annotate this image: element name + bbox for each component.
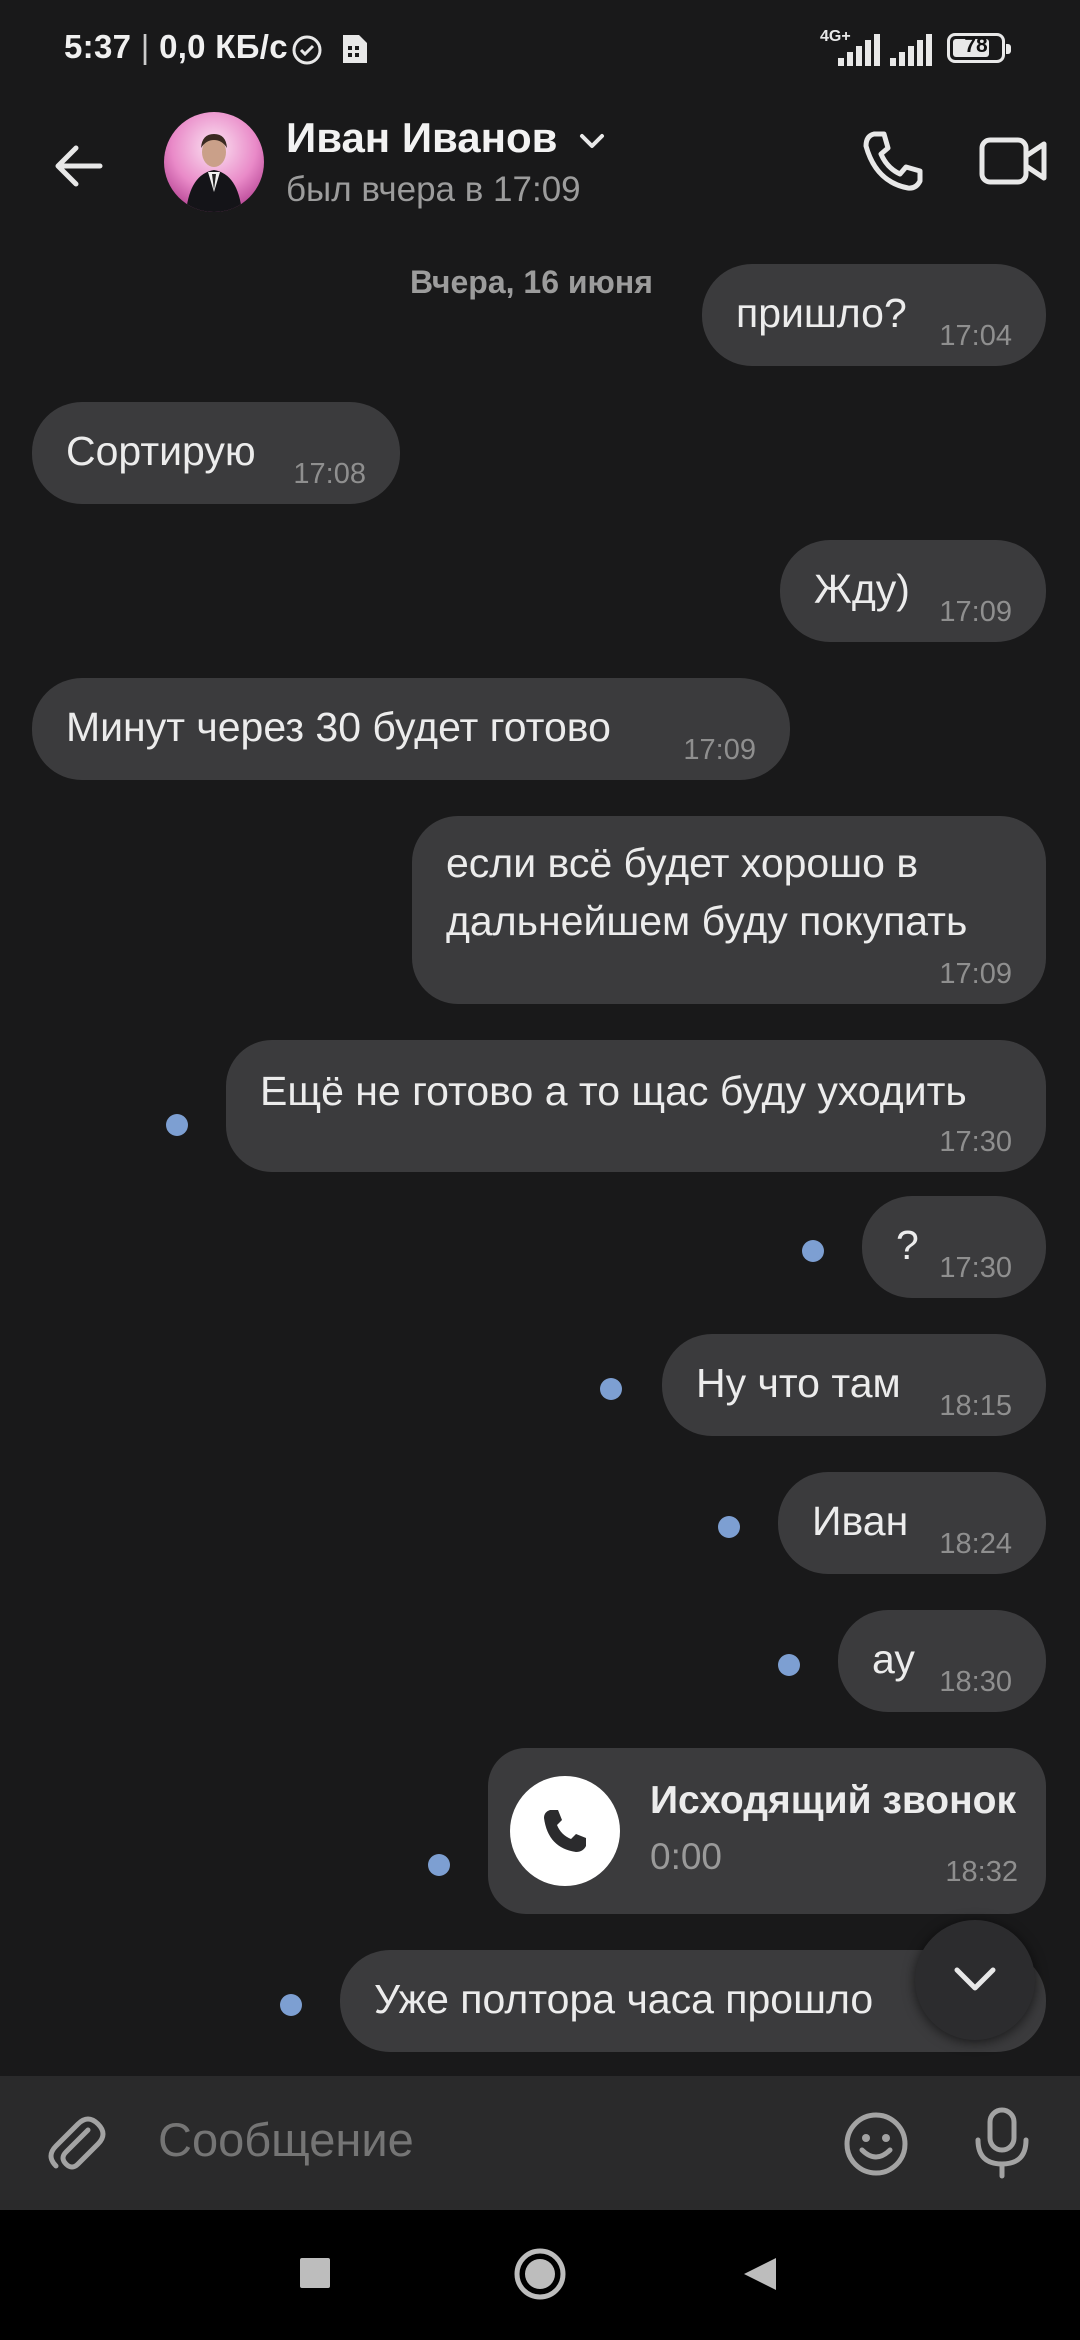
message-time: 18:30 [939, 1666, 1012, 1698]
status-separator: | [131, 28, 160, 65]
status-time: 5:37 [64, 28, 132, 65]
message-text: пришло? [736, 290, 907, 336]
emoji-icon[interactable] [842, 2110, 910, 2178]
message-bubble-outgoing[interactable]: ? 17:30 [862, 1196, 1046, 1298]
message-text: Сортирую [66, 428, 256, 474]
unread-indicator [778, 1654, 800, 1676]
system-navigation-bar [0, 2210, 1080, 2340]
message-time: 17:30 [939, 1252, 1012, 1284]
message-bubble-incoming[interactable]: Сортирую 17:08 [32, 402, 400, 504]
battery-icon: 78 [947, 33, 1011, 63]
phone-icon [544, 1810, 586, 1852]
chat-header: Иван Иванов был вчера в 17:09 [0, 100, 1080, 230]
back-arrow-icon[interactable] [48, 136, 108, 196]
unread-indicator [718, 1516, 740, 1538]
signal-icon [890, 34, 932, 66]
status-time-speed: 5:37 | 0,0 КБ/с [64, 28, 288, 66]
call-message-bubble[interactable]: Исходящий звонок 0:00 18:32 [488, 1748, 1046, 1914]
date-separator: Вчера, 16 июня [410, 264, 653, 300]
message-text: Ещё не готово а то щас буду уходить [260, 1068, 967, 1114]
attach-icon[interactable] [44, 2112, 110, 2178]
battery-tip [1006, 44, 1011, 54]
message-time: 18:32 [945, 1856, 1018, 1888]
square-nav-icon[interactable] [298, 2256, 332, 2290]
message-time: 17:09 [939, 596, 1012, 628]
message-bubble-outgoing[interactable]: Ещё не готово а то щас буду уходить 17:3… [226, 1040, 1046, 1172]
unread-indicator [428, 1854, 450, 1876]
chevron-down-icon [954, 1967, 996, 1991]
contact-name[interactable]: Иван Иванов [286, 114, 607, 162]
message-text: Минут через 30 будет готово [66, 704, 611, 750]
call-duration: 0:00 [650, 1836, 723, 1877]
message-composer [0, 2076, 1080, 2210]
last-seen-status: был вчера в 17:09 [286, 170, 581, 209]
avatar[interactable] [164, 112, 264, 212]
avatar-photo [164, 112, 264, 212]
message-time: 17:04 [939, 320, 1012, 352]
signal-icon [838, 34, 880, 66]
message-bubble-outgoing[interactable]: ау 18:30 [838, 1610, 1046, 1712]
message-text: Жду) [814, 566, 910, 612]
message-text-line: дальнейшем буду покупать [446, 898, 968, 944]
unread-indicator [802, 1240, 824, 1262]
status-bar: 5:37 | 0,0 КБ/с 4G+ 78 [0, 0, 1080, 100]
message-text: Ну что там [696, 1360, 901, 1406]
message-time: 17:09 [939, 958, 1012, 990]
call-icon-badge [510, 1776, 620, 1886]
chevron-down-icon [580, 133, 605, 148]
call-title: Исходящий звонок [650, 1779, 1017, 1822]
circle-nav-icon[interactable] [512, 2246, 568, 2302]
alarm-icon [292, 35, 322, 65]
message-input[interactable] [158, 2112, 778, 2167]
triangle-back-icon[interactable] [740, 2254, 780, 2294]
message-bubble-incoming[interactable]: Минут через 30 будет готово 17:09 [32, 678, 790, 780]
message-text: Иван [812, 1498, 909, 1544]
message-time: 18:24 [939, 1528, 1012, 1560]
message-bubble-outgoing[interactable]: Жду) 17:09 [780, 540, 1046, 642]
message-text: ау [872, 1636, 915, 1682]
status-speed: 0,0 КБ/с [159, 28, 288, 65]
scroll-to-bottom-button[interactable] [915, 1920, 1035, 2040]
unread-indicator [280, 1994, 302, 2016]
sim-icon [343, 35, 367, 63]
message-text-line: если всё будет хорошо в [446, 840, 919, 886]
message-bubble-outgoing[interactable]: Иван 18:24 [778, 1472, 1046, 1574]
video-camera-icon[interactable] [978, 130, 1050, 192]
unread-indicator [600, 1378, 622, 1400]
message-text: Уже полтора часа прошло [374, 1976, 874, 2022]
message-time: 18:15 [939, 1390, 1012, 1422]
message-bubble-outgoing[interactable]: Ну что там 18:15 [662, 1334, 1046, 1436]
message-time: 17:09 [683, 734, 756, 766]
message-bubble-outgoing[interactable]: если всё будет хорошо в дальнейшем буду … [412, 816, 1046, 1004]
message-time: 17:30 [939, 1126, 1012, 1158]
message-time: 17:08 [293, 458, 366, 490]
message-bubble-outgoing[interactable]: пришло? 17:04 [702, 264, 1046, 366]
message-text: ? [896, 1222, 919, 1268]
contact-name-text: Иван Иванов [286, 114, 558, 161]
phone-icon[interactable] [858, 126, 928, 196]
unread-indicator [166, 1114, 188, 1136]
microphone-icon[interactable] [970, 2106, 1034, 2180]
battery-level: 78 [964, 34, 988, 57]
